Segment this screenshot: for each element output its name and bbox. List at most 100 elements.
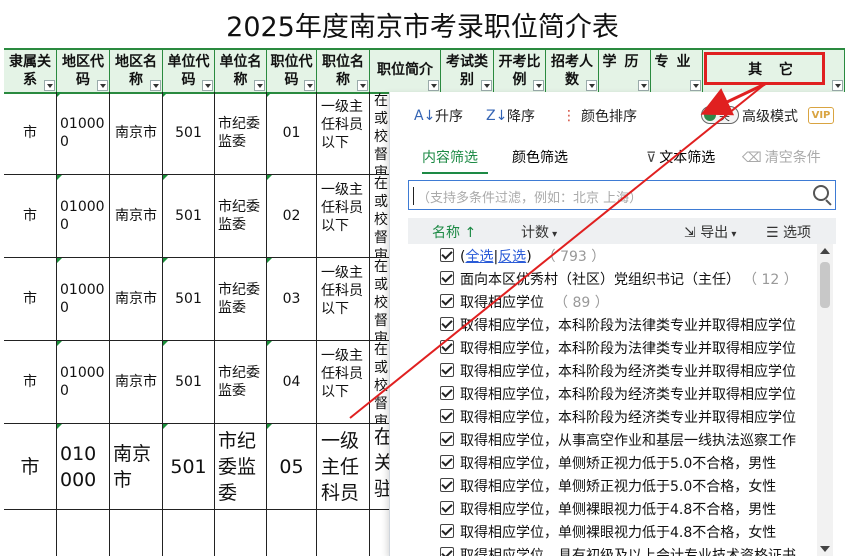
cell-empty[interactable] — [267, 510, 317, 556]
cell-post-code[interactable]: 02 — [267, 175, 317, 257]
filter-dropdown-icon[interactable] — [150, 80, 161, 91]
tab-content-filter[interactable]: 内容筛选 — [422, 148, 488, 174]
list-item[interactable]: 取得相应学位，单侧矫正视力低于5.0不合格，女性 — [408, 474, 818, 497]
header-cell[interactable]: 学历 — [599, 50, 651, 92]
checkbox-icon[interactable] — [440, 340, 454, 354]
list-item[interactable]: 取得相应学位，从事高空作业和基层一线执法巡察工作 — [408, 428, 818, 451]
checkbox-icon[interactable] — [440, 271, 454, 285]
checkbox-icon[interactable] — [440, 409, 454, 423]
color-sort-button[interactable]: ⋮ 颜色排序 — [560, 106, 637, 126]
checkbox-icon[interactable] — [440, 524, 454, 538]
cell-area-name[interactable]: 南京市 — [110, 258, 163, 340]
cell-post-code[interactable]: 04 — [267, 341, 317, 423]
header-cell[interactable]: 地区名称 — [110, 50, 163, 92]
scroll-up-icon[interactable] — [820, 248, 830, 254]
filter-dropdown-icon[interactable] — [428, 80, 439, 91]
cell-unit-code[interactable]: 501 — [163, 258, 215, 340]
header-cell[interactable]: 地区代码 — [57, 50, 110, 92]
filter-dropdown-icon[interactable] — [304, 80, 315, 91]
export-button[interactable]: ⇲ 导出 ▾ — [684, 222, 736, 242]
filter-dropdown-icon[interactable] — [638, 80, 649, 91]
filter-dropdown-icon[interactable] — [481, 80, 492, 91]
list-item[interactable]: 取得相应学位 （ 89 ） — [408, 290, 818, 313]
cell-unit-name[interactable]: 市纪委监委 — [215, 341, 267, 423]
scroll-down-icon[interactable] — [820, 546, 830, 552]
cell-post-code[interactable]: 03 — [267, 258, 317, 340]
header-cell[interactable]: 职位简介 — [370, 50, 441, 92]
filter-dropdown-icon[interactable] — [254, 80, 265, 91]
cell-empty[interactable] — [4, 510, 57, 556]
cell-relation[interactable]: 市 — [4, 92, 57, 174]
header-cell[interactable]: 单位名称 — [215, 50, 267, 92]
cell-unit-code[interactable]: 501 — [163, 92, 215, 174]
list-item[interactable]: 取得相应学位，本科阶段为经济类专业并取得相应学位 — [408, 405, 818, 428]
sort-asc-button[interactable]: A↓ 升序 — [414, 106, 463, 126]
cell-post-name[interactable]: 一级主任科员以下 — [317, 175, 370, 257]
cell-relation[interactable]: 市 — [4, 424, 57, 509]
cell-area-code[interactable]: 010000 — [57, 341, 110, 423]
cell-area-name[interactable]: 南京市 — [110, 341, 163, 423]
list-scrollbar[interactable] — [817, 244, 833, 556]
header-cell[interactable]: 开考比例 — [494, 50, 546, 92]
checkbox-icon[interactable] — [440, 248, 454, 262]
cell-unit-name[interactable]: 市纪委监委 — [215, 258, 267, 340]
scroll-thumb[interactable] — [820, 262, 830, 308]
list-item-select-all[interactable]: (全选|反选) （ 793 ） — [408, 244, 818, 267]
filter-dropdown-icon[interactable] — [357, 80, 368, 91]
cell-area-code[interactable]: 010000 — [57, 258, 110, 340]
list-item[interactable]: 面向本区优秀村（社区）党组织书记（主任） （ 12 ） — [408, 267, 818, 290]
cell-post-name[interactable]: 一级主任科员以下 — [317, 258, 370, 340]
header-cell[interactable]: 专业 — [651, 50, 703, 92]
header-cell[interactable]: 招考人数 — [546, 50, 599, 92]
checkbox-icon[interactable] — [440, 432, 454, 446]
checkbox-icon[interactable] — [440, 363, 454, 377]
cell-unit-code[interactable]: 501 — [163, 424, 215, 509]
sort-by-count-button[interactable]: 计数 ▾ — [521, 222, 557, 242]
header-cell[interactable]: 职位名称 — [317, 50, 370, 92]
select-all-link[interactable]: 全选 — [465, 249, 493, 265]
checkbox-icon[interactable] — [440, 455, 454, 469]
filter-dropdown-icon[interactable] — [533, 80, 544, 91]
cell-area-name[interactable]: 南京市 — [110, 175, 163, 257]
checkbox-icon[interactable] — [440, 478, 454, 492]
cell-unit-code[interactable]: 501 — [163, 175, 215, 257]
cell-empty[interactable] — [163, 510, 215, 556]
cell-post-name[interactable]: 一级主任科员以下 — [317, 92, 370, 174]
sort-desc-button[interactable]: Z↓ 降序 — [486, 106, 535, 126]
cell-unit-name[interactable]: 市纪委监委 — [215, 175, 267, 257]
header-cell[interactable]: 隶属关系 — [4, 50, 57, 92]
list-item[interactable]: 取得相应学位，单侧矫正视力低于5.0不合格，男性 — [408, 451, 818, 474]
list-item[interactable]: 取得相应学位，单侧裸眼视力低于4.8不合格，女性 — [408, 520, 818, 543]
filter-dropdown-icon[interactable] — [44, 80, 55, 91]
invert-link[interactable]: 反选 — [498, 249, 526, 265]
cell-relation[interactable]: 市 — [4, 258, 57, 340]
filter-dropdown-icon[interactable] — [690, 80, 701, 91]
filter-dropdown-icon[interactable] — [202, 80, 213, 91]
cell-area-code[interactable]: 010000 — [57, 424, 110, 509]
checkbox-icon[interactable] — [440, 294, 454, 308]
cell-unit-code[interactable]: 501 — [163, 341, 215, 423]
checkbox-icon[interactable] — [440, 386, 454, 400]
clear-filter-button[interactable]: ⌫ 清空条件 — [742, 148, 832, 174]
checkbox-icon[interactable] — [440, 317, 454, 331]
search-icon[interactable] — [813, 185, 829, 201]
list-item[interactable]: 取得相应学位，本科阶段为法律类专业并取得相应学位 — [408, 313, 818, 336]
cell-unit-name[interactable]: 市纪委监委 — [215, 424, 267, 509]
text-filter-button[interactable]: ⊽ 文本筛选 — [646, 148, 746, 174]
advanced-mode-toggle[interactable]: 关 — [701, 106, 739, 124]
list-item[interactable]: 取得相应学位，本科阶段为经济类专业并取得相应学位 — [408, 359, 818, 382]
filter-search-input[interactable]: （支持多条件过滤，例如：北京 上海） — [408, 180, 836, 210]
cell-empty[interactable] — [215, 510, 267, 556]
list-item[interactable]: 取得相应学位，单侧裸眼视力低于4.8不合格，男性 — [408, 497, 818, 520]
cell-post-name[interactable]: 一级主任科员以下 — [317, 341, 370, 423]
filter-dropdown-icon[interactable] — [586, 80, 597, 91]
list-item[interactable]: 取得相应学位，本科阶段为法律类专业并取得相应学位 — [408, 336, 818, 359]
cell-empty[interactable] — [317, 510, 370, 556]
header-cell[interactable]: 考试类别 — [441, 50, 494, 92]
checkbox-icon[interactable] — [440, 547, 454, 556]
cell-post-name[interactable]: 一级主任科员 — [317, 424, 370, 509]
cell-relation[interactable]: 市 — [4, 341, 57, 423]
cell-area-code[interactable]: 010000 — [57, 175, 110, 257]
cell-relation[interactable]: 市 — [4, 175, 57, 257]
sort-by-name-button[interactable]: 名称 ↑ — [432, 222, 476, 242]
